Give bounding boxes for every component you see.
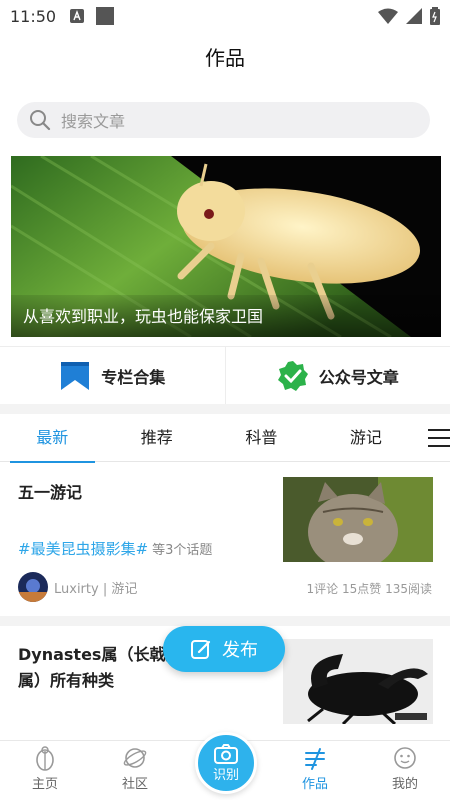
publish-button[interactable]: 发布 xyxy=(163,626,285,672)
column-collection-label: 专栏合集 xyxy=(101,367,166,387)
article-thumbnail xyxy=(283,477,433,562)
quick-links: 专栏合集 公众号文章 xyxy=(0,346,450,404)
status-time: 11:50 xyxy=(10,6,57,26)
wifi-icon xyxy=(378,8,398,24)
article-card[interactable]: 五一游记 #最美昆虫摄影集# 等3个话题 Luxirty | 游记 1评论 15点… xyxy=(0,464,450,616)
category-tabs: 最新 推荐 科普 游记 xyxy=(0,414,450,463)
search-icon xyxy=(30,110,51,131)
avatar[interactable] xyxy=(18,572,48,602)
article-tags[interactable]: #最美昆虫摄影集# 等3个话题 xyxy=(18,538,212,559)
square-notification-icon xyxy=(96,7,115,25)
edit-icon xyxy=(191,640,211,659)
bookmark-icon xyxy=(61,361,90,390)
identify-label: 识别 xyxy=(212,767,239,783)
article-topic-more: 等3个话题 xyxy=(152,543,213,558)
camera-icon xyxy=(214,743,238,764)
official-articles-label: 公众号文章 xyxy=(318,367,399,387)
works-icon xyxy=(305,748,325,770)
article-author: Luxirty | 游记 xyxy=(54,581,138,597)
signal-icon xyxy=(406,8,422,24)
tab-recommended[interactable]: 推荐 xyxy=(105,414,210,462)
article-meta: Luxirty | 游记 xyxy=(18,572,137,602)
face-icon xyxy=(394,747,416,769)
tab-science[interactable]: 科普 xyxy=(209,414,314,462)
article-title: 五一游记 xyxy=(18,483,83,502)
page-title: 作品 xyxy=(205,46,245,70)
tab-menu-icon[interactable] xyxy=(428,428,450,447)
identify-button[interactable]: 识别 xyxy=(195,732,257,794)
tab-travel[interactable]: 游记 xyxy=(314,414,419,462)
featured-banner[interactable]: 从喜欢到职业，玩虫也能保家卫国 xyxy=(11,156,441,337)
official-articles-link[interactable]: 公众号文章 xyxy=(224,347,450,404)
nav-home-label: 主页 xyxy=(31,777,58,792)
column-collection-link[interactable]: 专栏合集 xyxy=(0,347,225,404)
status-bar: 11:50 xyxy=(0,0,450,32)
article-stats: 1评论 15点赞 135阅读 xyxy=(306,582,432,596)
nav-profile-label: 我的 xyxy=(391,777,418,792)
article-topic-tag[interactable]: #最美昆虫摄影集# xyxy=(18,540,148,558)
nav-community[interactable]: 社区 xyxy=(90,741,180,800)
nav-profile[interactable]: 我的 xyxy=(360,741,450,800)
section-separator xyxy=(0,404,450,414)
article-separator xyxy=(0,616,450,626)
status-right xyxy=(378,7,440,25)
beetle-icon xyxy=(36,746,54,771)
app-notification-icon xyxy=(70,9,85,23)
article-thumbnail xyxy=(283,639,433,724)
nav-works[interactable]: 作品 xyxy=(270,741,360,800)
planet-icon xyxy=(123,748,147,768)
search-input[interactable]: 搜索文章 xyxy=(17,102,430,138)
search-placeholder: 搜索文章 xyxy=(61,112,126,131)
publish-label: 发布 xyxy=(222,640,258,661)
nav-works-label: 作品 xyxy=(301,777,328,792)
banner-caption: 从喜欢到职业，玩虫也能保家卫国 xyxy=(23,307,264,326)
nav-community-label: 社区 xyxy=(121,777,148,792)
verified-badge-icon xyxy=(277,360,308,391)
nav-home[interactable]: 主页 xyxy=(0,741,90,800)
tab-latest[interactable]: 最新 xyxy=(0,414,105,463)
battery-icon xyxy=(430,7,440,25)
